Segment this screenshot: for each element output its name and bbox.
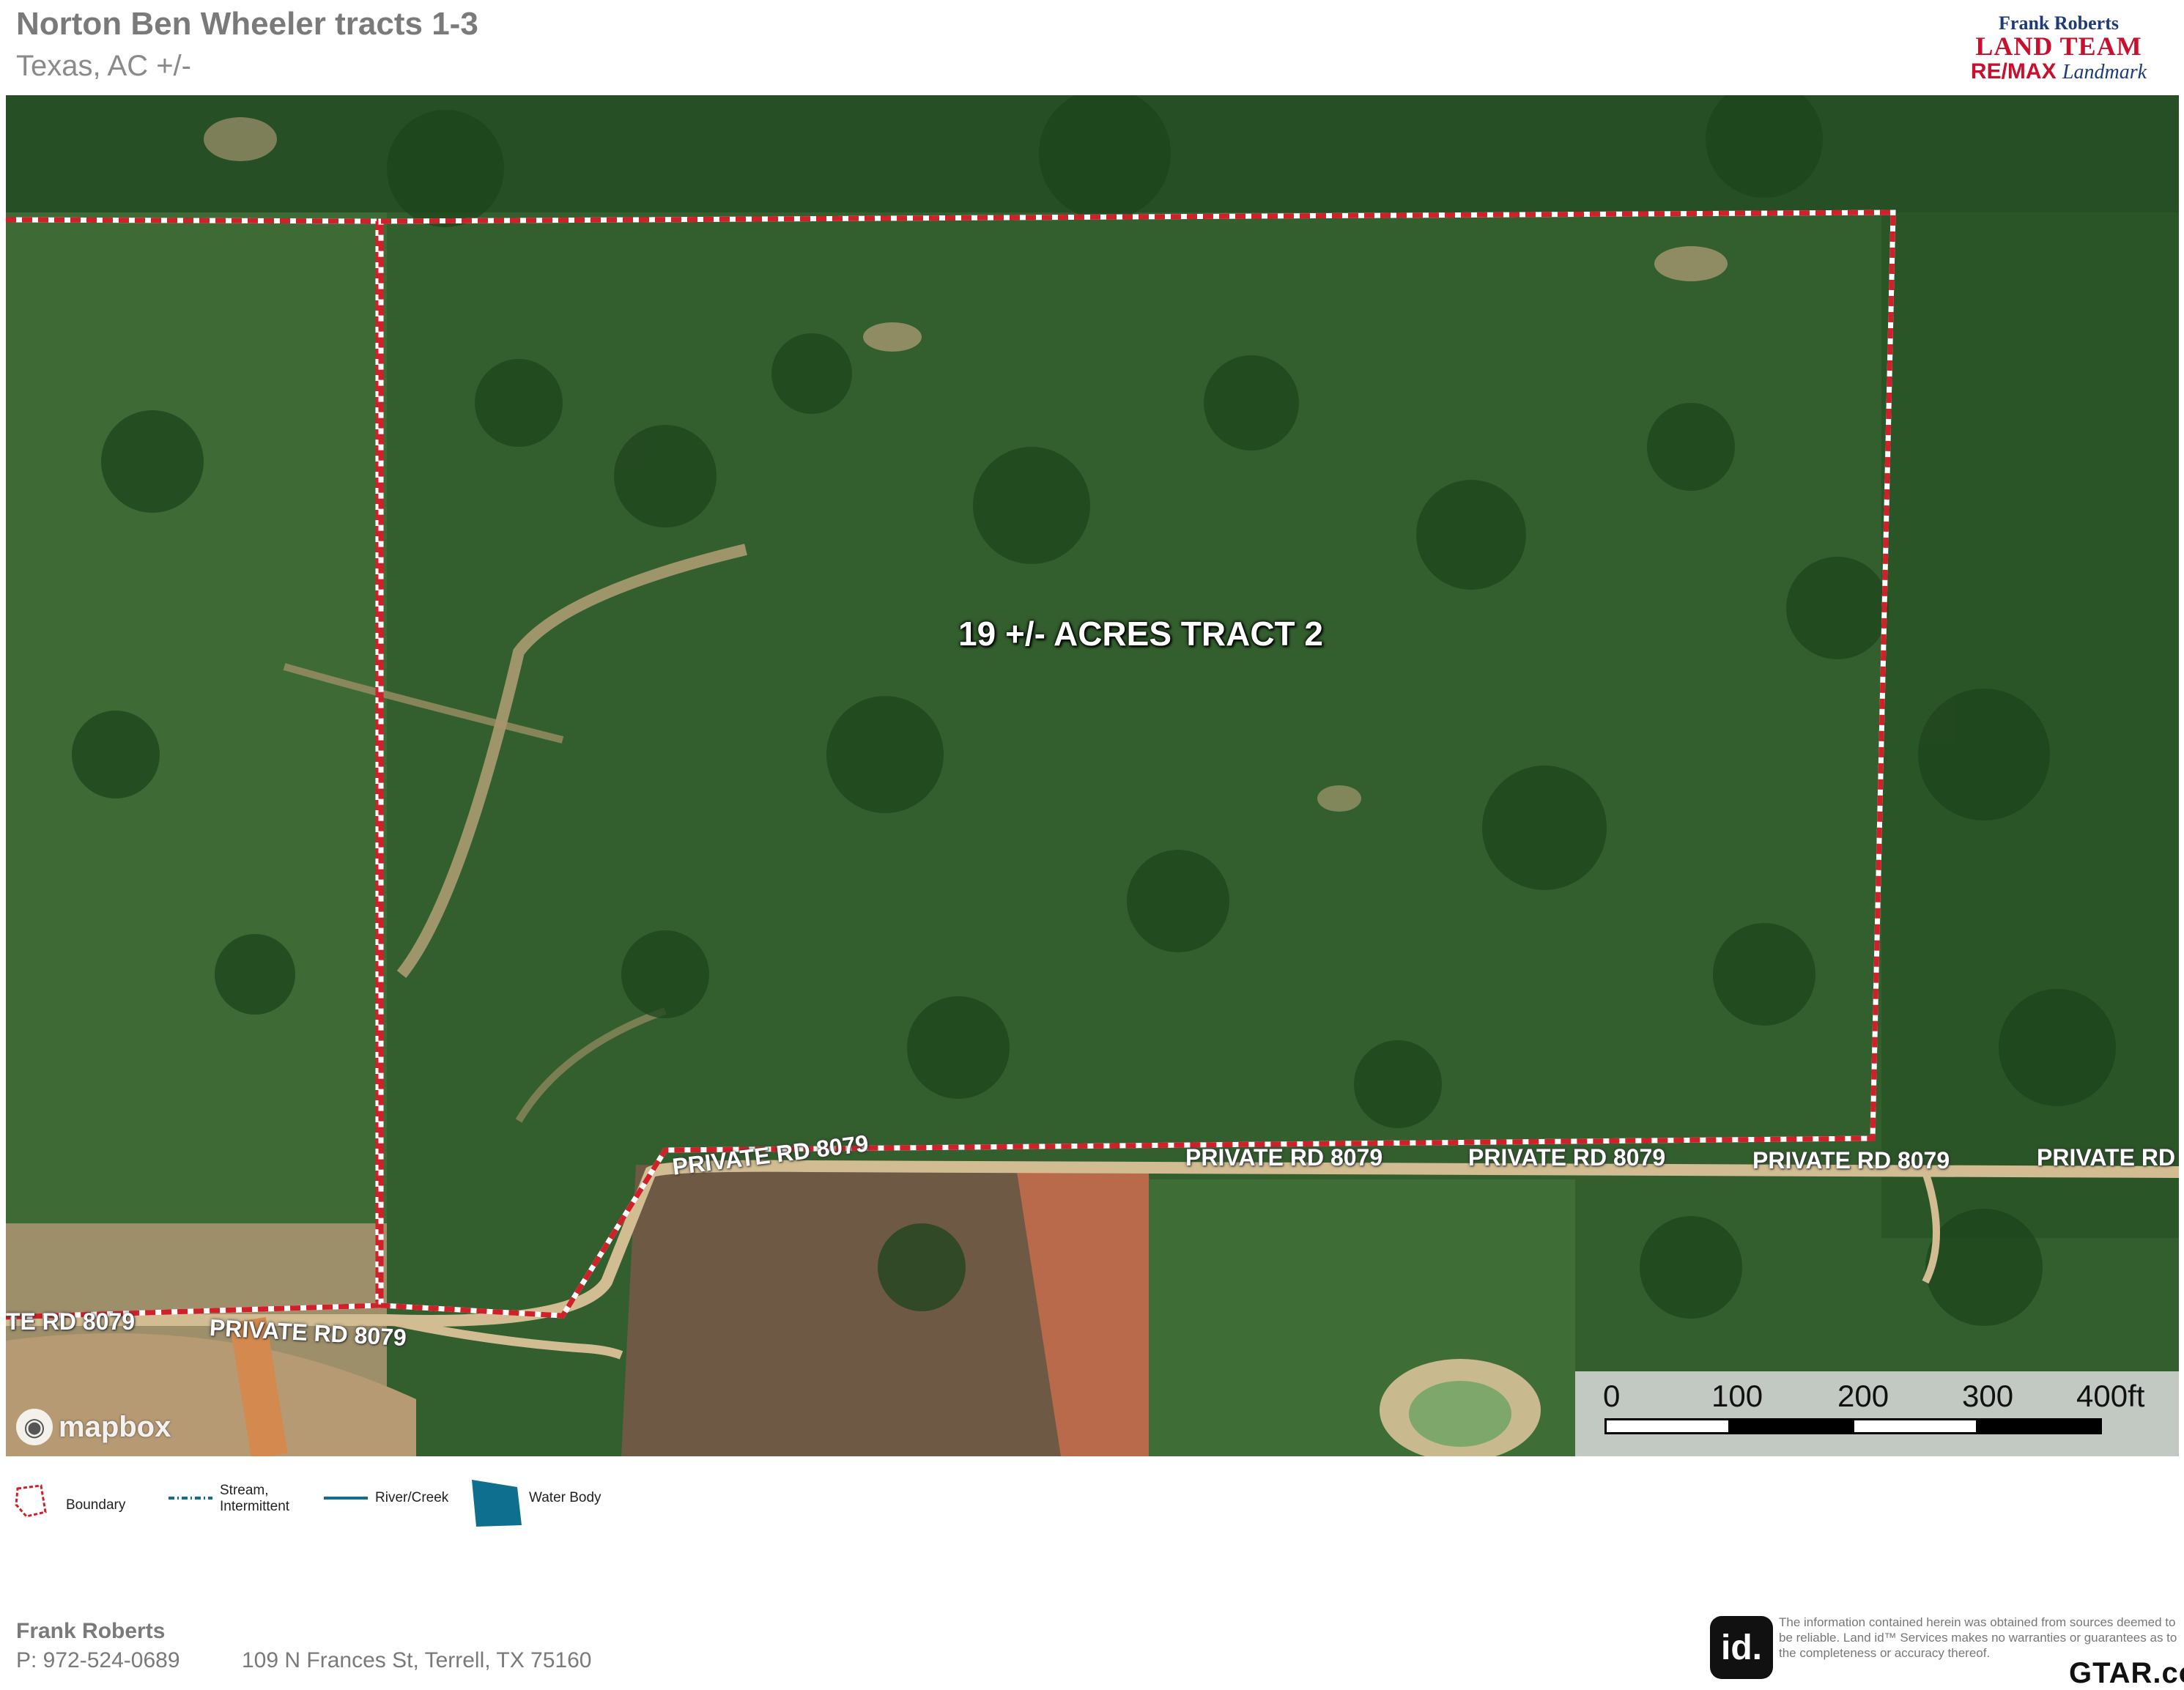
- map-legend: Boundary Stream, Intermittent River/Cree…: [13, 1480, 673, 1538]
- land-id-logo: id.: [1710, 1616, 1773, 1679]
- road-label: PRIVATE RD 8079: [1752, 1147, 1950, 1174]
- road-label: PRIVATE RD 8079: [1468, 1144, 1666, 1171]
- scale-tick: 0: [1603, 1379, 1621, 1413]
- tract-label: 19 +/- ACRES TRACT 2: [958, 615, 1324, 653]
- legend-stream-label: Stream, Intermittent: [220, 1483, 289, 1515]
- logo-line-2: LAND TEAM: [1975, 31, 2142, 61]
- legend-boundary-label: Boundary: [66, 1497, 126, 1513]
- river-icon: [324, 1497, 368, 1500]
- legend-water-body-label: Water Body: [529, 1490, 601, 1505]
- mapbox-logo-icon: ◉: [16, 1409, 53, 1445]
- map-imagery: [6, 95, 2179, 1456]
- agent-address: 109 N Frances St, Terrell, TX 75160: [242, 1648, 592, 1672]
- scale-segment: [1728, 1418, 1854, 1434]
- scale-tick: 100: [1711, 1379, 1763, 1413]
- agent-phone[interactable]: P: 972-524-0689: [16, 1648, 180, 1673]
- water-body-icon: [472, 1480, 522, 1527]
- stream-icon: [169, 1497, 212, 1500]
- gtar-logo: GTAR.com: [2069, 1657, 2184, 1689]
- legend-stream-line1: Stream,: [220, 1483, 269, 1498]
- road-label: PRIVATE RD 8079: [1185, 1144, 1383, 1171]
- mapbox-attribution[interactable]: ◉ mapbox: [16, 1407, 171, 1448]
- scale-segment: [1852, 1418, 1978, 1434]
- page-subtitle: Texas, AC +/-: [16, 50, 191, 82]
- satellite-map[interactable]: 19 +/- ACRES TRACT 2 PRIVATE RD 8079 PRI…: [6, 95, 2179, 1456]
- scale-bar: 0 100 200 300 400ft: [1575, 1371, 2179, 1456]
- scale-tick: 300: [1962, 1379, 2014, 1413]
- logo-script: Landmark: [2062, 61, 2147, 84]
- scale-segment: [1976, 1418, 2102, 1434]
- logo-brand: RE/MAX: [1970, 59, 2057, 84]
- road-label: TE RD 8079: [6, 1308, 136, 1335]
- legend-river-label: River/Creek: [375, 1490, 449, 1505]
- scale-tick: 200: [1837, 1379, 1889, 1413]
- road-label: PRIVATE RD: [2037, 1144, 2176, 1171]
- mapbox-wordmark: mapbox: [59, 1410, 171, 1443]
- legend-stream-line2: Intermittent: [220, 1499, 290, 1514]
- agent-name: Frank Roberts: [16, 1619, 166, 1643]
- scale-segment: [1604, 1418, 1730, 1434]
- boundary-icon: [15, 1484, 47, 1518]
- logo-line-3: RE/MAX Landmark: [1949, 59, 2169, 86]
- scale-tick: 400ft: [2076, 1379, 2145, 1413]
- page-title: Norton Ben Wheeler tracts 1-3: [16, 6, 478, 42]
- logo-line-1: Frank Roberts: [1999, 12, 2119, 34]
- disclaimer-text: The information contained herein was obt…: [1779, 1615, 2177, 1660]
- brand-logo: Frank Roberts LAND TEAM RE/MAX Landmark: [1949, 13, 2169, 86]
